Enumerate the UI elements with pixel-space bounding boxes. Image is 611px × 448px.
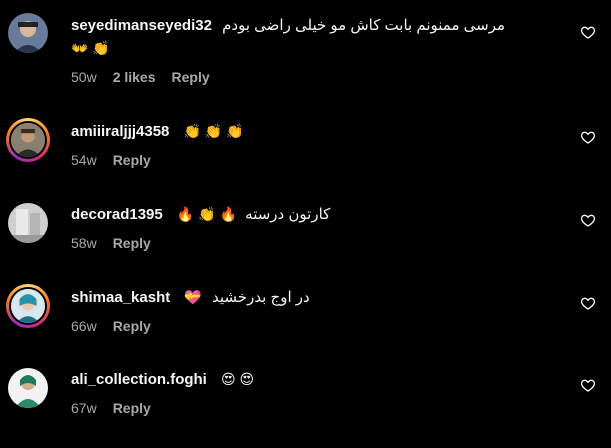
comment-time[interactable]: 66w (71, 318, 97, 334)
comment-emoji-line: 👐 👏 (71, 37, 551, 60)
comment-line: seyedimanseyedi32 مرسی ممنونم بابت کاش م… (71, 15, 551, 37)
comment-emoji: 😍 😍 (221, 371, 255, 387)
comment-item: ali_collection.foghi 😍 😍 67w Reply (0, 368, 611, 448)
comment-line: shimaa_kasht 💝 در اوج بدرخشید (71, 286, 551, 309)
comment-text: مرسی ممنونم بابت کاش مو خیلی راضی بودم (222, 17, 506, 34)
comment-username[interactable]: seyedimanseyedi32 (71, 17, 212, 34)
comment-emoji: 👏 👏 👏 (183, 123, 244, 139)
avatar[interactable] (6, 118, 50, 162)
avatar[interactable] (8, 13, 48, 53)
comment-text: کارتون درسته (245, 206, 331, 223)
reply-button[interactable]: Reply (113, 152, 151, 168)
comment-emoji: 🔥 👏 🔥 (176, 206, 237, 222)
comment-line: ali_collection.foghi 😍 😍 (71, 368, 551, 391)
reply-button[interactable]: Reply (113, 235, 151, 251)
comment-username[interactable]: decorad1395 (71, 206, 163, 223)
comment-time[interactable]: 54w (71, 152, 97, 168)
heart-outline-icon[interactable] (580, 377, 596, 393)
avatar[interactable] (8, 368, 48, 408)
avatar[interactable] (8, 203, 48, 243)
comment-emoji: 💝 (184, 289, 202, 305)
comment-time[interactable]: 58w (71, 235, 97, 251)
comment-item: decorad1395 🔥 👏 🔥 کارتون درسته 58w Reply (0, 203, 611, 283)
comment-meta: 58w Reply (71, 235, 151, 251)
heart-outline-icon[interactable] (580, 295, 596, 311)
comment-item: seyedimanseyedi32 مرسی ممنونم بابت کاش م… (0, 13, 611, 95)
comment-meta: 50w 2 likes Reply (71, 69, 210, 85)
comment-likes[interactable]: 2 likes (113, 69, 156, 85)
avatar[interactable] (6, 284, 50, 328)
reply-button[interactable]: Reply (172, 69, 210, 85)
comment-username[interactable]: ali_collection.foghi (71, 371, 207, 388)
comment-time[interactable]: 50w (71, 69, 97, 85)
comment-line: amiiiraljjj4358 👏 👏 👏 (71, 120, 551, 143)
comment-text: در اوج بدرخشید (212, 289, 310, 306)
comment-item: amiiiraljjj4358 👏 👏 👏 54w Reply (0, 118, 611, 200)
reply-button[interactable]: Reply (113, 318, 151, 334)
comment-meta: 54w Reply (71, 152, 151, 168)
comment-line: decorad1395 🔥 👏 🔥 کارتون درسته (71, 203, 551, 226)
comment-username[interactable]: amiiiraljjj4358 (71, 123, 169, 140)
comment-item: shimaa_kasht 💝 در اوج بدرخشید 66w Reply (0, 284, 611, 366)
heart-outline-icon[interactable] (580, 24, 596, 40)
heart-outline-icon[interactable] (580, 129, 596, 145)
heart-outline-icon[interactable] (580, 212, 596, 228)
comment-username[interactable]: shimaa_kasht (71, 289, 170, 306)
comment-meta: 66w Reply (71, 318, 151, 334)
comment-emoji: 👐 👏 (71, 40, 110, 56)
